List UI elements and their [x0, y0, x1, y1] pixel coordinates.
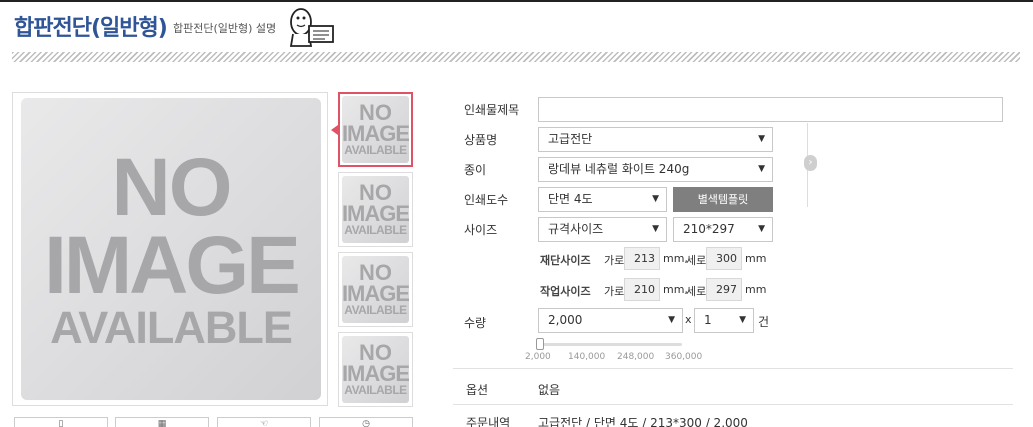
divider [453, 404, 1013, 405]
chevron-down-icon: ▼ [652, 194, 659, 204]
times-symbol: x [685, 313, 692, 326]
thumbnail-4[interactable]: NO IMAGE AVAILABLE [338, 332, 413, 407]
calendar-icon: ▦ [157, 419, 167, 427]
main-preview: NO IMAGE AVAILABLE [12, 92, 328, 406]
no-image-placeholder: NO IMAGE AVAILABLE [21, 98, 321, 400]
bottom-tab-4[interactable]: ◷ [319, 417, 413, 427]
color-select[interactable]: 단면 4도 ▼ [538, 187, 667, 212]
work-height-value: 297 [706, 278, 742, 301]
paper-label: 종이 [464, 163, 487, 177]
bottom-tab-1[interactable]: ▯ [14, 417, 108, 427]
count-select[interactable]: 1 ▼ [694, 308, 754, 333]
cut-width-label: 가로 [604, 254, 625, 267]
size-type-select[interactable]: 규격사이즈 ▼ [538, 217, 667, 242]
chevron-right-icon[interactable]: › [804, 155, 817, 171]
clock-icon: ◷ [362, 419, 370, 427]
work-width-label: 가로 [604, 285, 625, 298]
chevron-down-icon: ▼ [758, 134, 765, 144]
header-divider [12, 52, 1020, 62]
divider [453, 368, 1013, 369]
chevron-down-icon: ▼ [739, 315, 746, 325]
top-border [0, 0, 1033, 2]
print-icon: ▯ [58, 419, 64, 427]
thumbnail-3[interactable]: NO IMAGE AVAILABLE [338, 252, 413, 327]
size-select[interactable]: 210*297 ▼ [673, 217, 773, 242]
order-summary-value: 고급전단 / 단면 4도 / 213*300 / 2,000 [538, 416, 748, 427]
size-label: 사이즈 [464, 223, 498, 237]
thumb-pointer-icon [331, 125, 338, 135]
qty-slider-track[interactable] [540, 343, 682, 346]
work-height-unit: mm [745, 283, 767, 296]
cut-width-unit: mm, [663, 252, 688, 265]
cut-height-unit: mm [745, 252, 767, 265]
cut-width-value: 213 [624, 247, 660, 270]
qty-label: 수량 [464, 316, 487, 330]
slider-tick: 2,000 [525, 352, 551, 362]
slider-tick: 360,000 [665, 352, 703, 362]
slider-tick: 248,000 [617, 352, 655, 362]
qty-slider-handle[interactable] [536, 338, 544, 350]
work-width-value: 210 [624, 278, 660, 301]
order-summary-label: 주문내역 [466, 416, 511, 427]
chevron-down-icon: ▼ [652, 224, 659, 234]
qty-select[interactable]: 2,000 ▼ [538, 308, 683, 333]
bottom-tab-3[interactable]: ☜ [217, 417, 311, 427]
cut-height-label: 세로 [686, 254, 707, 267]
work-height-label: 세로 [686, 285, 707, 298]
color-template-button[interactable]: 별색템플릿 [673, 187, 773, 212]
product-label: 상품명 [464, 133, 498, 147]
cut-size-label: 재단사이즈 [540, 254, 591, 267]
bottom-tab-2[interactable]: ▦ [115, 417, 209, 427]
thumbnail-2[interactable]: NO IMAGE AVAILABLE [338, 172, 413, 247]
work-size-label: 작업사이즈 [540, 285, 591, 298]
title-input[interactable] [538, 97, 1003, 122]
options-label: 옵션 [466, 383, 489, 397]
cut-height-value: 300 [706, 247, 742, 270]
color-label: 인쇄도수 [464, 193, 509, 207]
product-select[interactable]: 고급전단 ▼ [538, 127, 773, 152]
chevron-down-icon: ▼ [758, 224, 765, 234]
slider-tick: 140,000 [568, 352, 606, 362]
work-width-unit: mm, [663, 283, 688, 296]
thumbnail-1[interactable]: NO IMAGE AVAILABLE [338, 92, 413, 167]
chevron-down-icon: ▼ [758, 164, 765, 174]
options-value: 없음 [538, 383, 561, 397]
paper-select[interactable]: 랑데뷰 네츄럴 화이트 240g ▼ [538, 157, 773, 182]
hand-icon: ☜ [259, 419, 269, 427]
title-label: 인쇄물제목 [464, 103, 520, 117]
chevron-down-icon: ▼ [668, 315, 675, 325]
mascot-icon [289, 8, 334, 47]
page-subtitle: 합판전단(일반형) 설명 [173, 22, 277, 35]
page-title: 합판전단(일반형) [14, 16, 168, 41]
count-unit: 건 [758, 315, 770, 329]
